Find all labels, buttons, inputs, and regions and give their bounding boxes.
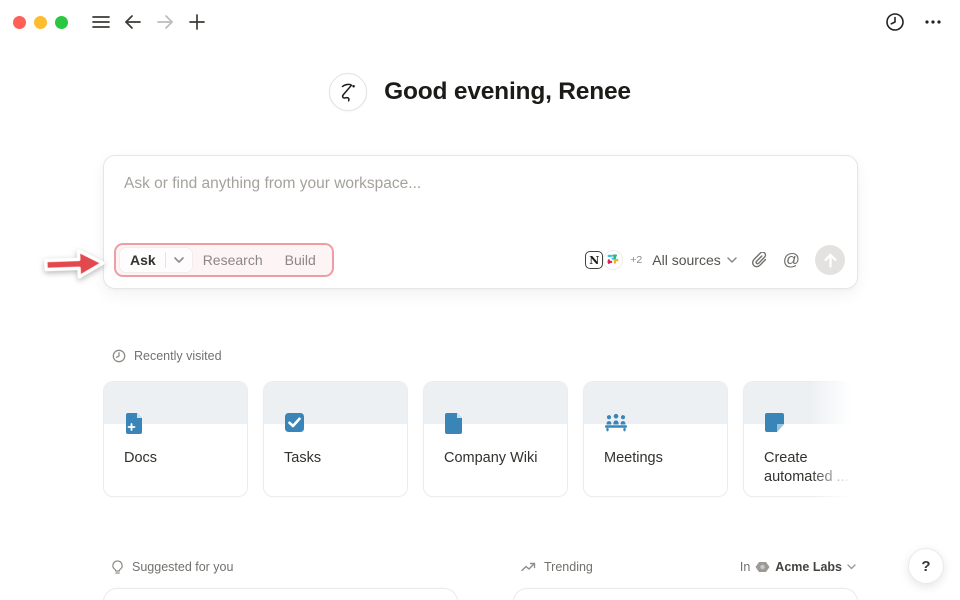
titlebar [0, 0, 960, 44]
chevron-down-icon [726, 257, 737, 263]
clock-icon [112, 349, 126, 363]
recent-card-docs[interactable]: Docs [103, 381, 248, 497]
mode-ask-pill: Ask [120, 248, 192, 272]
back-icon[interactable] [120, 9, 146, 35]
window-close-button[interactable] [13, 15, 26, 29]
notion-source-icon: N [585, 251, 604, 269]
all-sources-label: All sources [652, 252, 721, 268]
page-title: Good evening, Renee [384, 78, 631, 105]
recently-visited-title: Recently visited [134, 349, 222, 363]
checkbox-icon [284, 412, 305, 438]
chevron-down-icon[interactable] [166, 253, 192, 267]
recent-card-tasks[interactable]: Tasks [263, 381, 408, 497]
people-table-icon [604, 412, 628, 437]
history-clock-icon[interactable] [882, 9, 908, 35]
forward-icon[interactable] [152, 9, 178, 35]
recent-card-company-wiki[interactable]: Company Wiki [423, 381, 568, 497]
new-tab-icon[interactable] [184, 9, 210, 35]
workspace-name: Acme Labs [775, 560, 842, 574]
app-window: Good evening, Renee Ask Research Build N [0, 0, 960, 600]
workspace-logo-icon [755, 562, 770, 572]
more-options-icon[interactable] [920, 9, 946, 35]
mode-build-button[interactable]: Build [274, 248, 327, 272]
card-label: Create automated ... [764, 450, 849, 485]
suggested-title: Suggested for you [132, 560, 234, 574]
suggested-section: Suggested for you [103, 558, 458, 600]
workspace-prefix: In [739, 560, 751, 574]
annotation-highlight-box: Ask Research Build [114, 243, 334, 277]
trending-card[interactable] [513, 588, 858, 600]
mention-at-icon[interactable]: @ [783, 250, 800, 270]
suggested-card[interactable] [103, 588, 458, 600]
ask-box: Ask Research Build N [103, 155, 858, 289]
card-label: Docs [124, 450, 158, 466]
card-label: Meetings [604, 450, 663, 466]
suggested-header: Suggested for you [111, 559, 234, 575]
window-minimize-button[interactable] [34, 15, 47, 29]
extra-sources-count: +2 [630, 254, 643, 266]
help-label: ? [921, 557, 931, 575]
recent-card-meetings[interactable]: Meetings [583, 381, 728, 497]
lightbulb-icon [112, 559, 123, 574]
page-icon [444, 412, 464, 440]
trending-title: Trending [544, 560, 593, 574]
ask-input[interactable] [104, 156, 827, 193]
card-label: Company Wiki [444, 450, 538, 466]
trending-up-icon [521, 562, 536, 571]
annotation-arrow [41, 245, 108, 288]
help-button[interactable]: ? [908, 548, 944, 584]
ai-face-icon [329, 73, 368, 111]
doc-add-icon [124, 412, 145, 440]
greeting-row: Good evening, Renee [0, 73, 960, 111]
mode-research-button[interactable]: Research [192, 248, 274, 272]
submit-arrow-button[interactable] [815, 245, 845, 275]
card-label: Tasks [284, 450, 322, 466]
recently-visited-row: Docs Tasks Company Wiki Meetings Create … [103, 381, 860, 501]
card-banner [744, 382, 860, 424]
recently-visited-header: Recently visited [112, 349, 222, 363]
trending-header: Trending [521, 560, 593, 574]
window-zoom-button[interactable] [55, 15, 68, 29]
recent-card-create-automated[interactable]: Create automated ... [743, 381, 860, 497]
sidebar-menu-icon[interactable] [88, 9, 114, 35]
ask-toolbar: Ask Research Build N +2 All sources @ [114, 242, 845, 278]
all-sources-selector[interactable]: N +2 All sources [585, 251, 737, 269]
trending-section: Trending In Acme Labs [513, 558, 858, 600]
attach-paperclip-icon[interactable] [751, 251, 768, 269]
mode-ask-button[interactable]: Ask [120, 248, 165, 272]
template-icon [764, 412, 785, 438]
slack-source-icon [604, 251, 623, 269]
workspace-selector[interactable]: In Acme Labs [740, 560, 856, 574]
chevron-down-icon [847, 564, 856, 570]
ask-toolbar-right: N +2 All sources @ [585, 245, 845, 275]
